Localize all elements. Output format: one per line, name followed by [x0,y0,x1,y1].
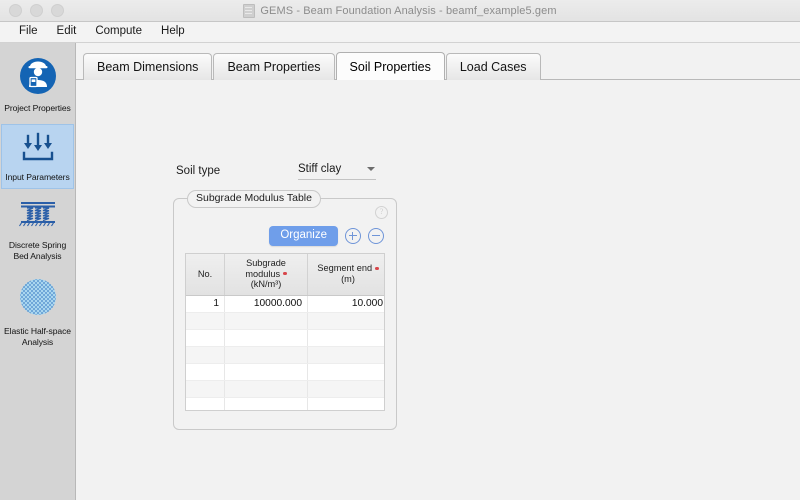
minimize-button[interactable] [30,4,43,17]
cell-no[interactable] [186,312,225,330]
cell-no[interactable] [186,329,225,347]
tab-beam-properties[interactable]: Beam Properties [213,53,335,80]
sidebar-item-input-parameters[interactable]: Input Parameters [1,123,74,189]
cell-modulus[interactable]: 10000.000 [224,295,308,313]
cell-segment-end[interactable] [307,380,384,398]
sidebar-item-label: Input Parameters [5,171,70,182]
sidebar-item-elastic-half-space-analysis[interactable]: Elastic Half-space Analysis [1,271,74,353]
table-row[interactable] [186,329,384,347]
menu-compute[interactable]: Compute [86,24,151,40]
subgrade-modulus-table[interactable]: No. Subgrade modulus (kN/m³) Segment end… [185,253,385,411]
table-body: 1 10000.000 10.000 [186,295,384,410]
soil-properties-panel: Soil type Stiff clay Subgrade Modulus Ta… [76,80,800,500]
sidebar-item-label: Project Properties [4,103,71,113]
cell-modulus[interactable] [224,363,308,381]
cell-no[interactable] [186,380,225,398]
table-row[interactable] [186,380,384,398]
table-row[interactable] [186,312,384,330]
sidebar-item-label: Elastic Half-space Analysis [4,326,71,347]
subgrade-modulus-group: Subgrade Modulus Table ? Organize No. Su… [173,190,397,430]
help-circle-icon[interactable]: ? [375,206,388,219]
cell-segment-end[interactable]: 10.000 [307,295,384,313]
table-row[interactable] [186,346,384,364]
chevron-down-icon [367,167,375,171]
spring-bed-icon [16,198,60,237]
cell-no[interactable]: 1 [186,295,225,313]
minus-circle-icon[interactable] [368,228,384,244]
tab-bar: Beam Dimensions Beam Properties Soil Pro… [76,52,800,80]
sidebar-item-label-line2: Bed Analysis [13,250,62,261]
required-marker-icon [375,266,379,271]
close-button[interactable] [9,4,22,17]
menu-bar: File Edit Compute Help [0,22,800,43]
title-bar: GEMS - Beam Foundation Analysis - beamf_… [0,0,800,22]
table-row[interactable] [186,397,384,410]
table-row[interactable]: 1 10000.000 10.000 [186,295,384,313]
title-wrap: GEMS - Beam Foundation Analysis - beamf_… [0,0,800,21]
half-space-icon [17,276,59,323]
window-title: GEMS - Beam Foundation Analysis - beamf_… [260,4,557,17]
engineer-icon [19,57,57,100]
header-line1: Segment end [317,263,373,274]
document-icon [243,3,256,18]
sidebar: Project Properties Input Parameters Disc… [0,43,76,500]
soil-type-value: Stiff clay [298,163,342,175]
cell-no[interactable] [186,346,225,364]
sidebar-item-label-line1: Discrete Spring [8,240,67,250]
group-legend: Subgrade Modulus Table [187,190,321,208]
organize-button[interactable]: Organize [269,225,338,247]
sidebar-item-label: Discrete Spring Bed Analysis [9,240,66,261]
header-line1: Subgrade [246,258,286,268]
sidebar-item-project-properties[interactable]: Project Properties [1,52,74,120]
cell-modulus[interactable] [224,397,308,410]
menu-help[interactable]: Help [152,24,194,40]
cell-segment-end[interactable] [307,363,384,381]
table-toolbar: Organize [174,225,396,247]
sidebar-item-label-line2: Analysis [21,336,54,347]
window-body: Project Properties Input Parameters Disc… [0,43,800,500]
table-row[interactable] [186,363,384,381]
column-header-segment-end[interactable]: Segment end (m) [307,254,384,296]
plus-circle-icon[interactable] [345,228,361,244]
cell-segment-end[interactable] [307,329,384,347]
header-line2: (m) [341,273,355,284]
app-window: GEMS - Beam Foundation Analysis - beamf_… [0,0,800,500]
input-arrows-icon [19,130,57,169]
cell-segment-end[interactable] [307,346,384,364]
sidebar-item-label-line1: Elastic Half-space [4,326,71,336]
soil-type-select[interactable]: Stiff clay [298,161,376,180]
zoom-button[interactable] [51,4,64,17]
cell-modulus[interactable] [224,380,308,398]
traffic-lights [0,4,64,17]
tab-beam-dimensions[interactable]: Beam Dimensions [83,53,213,80]
tab-load-cases[interactable]: Load Cases [445,53,541,80]
cell-no[interactable] [186,363,225,381]
cell-segment-end[interactable] [307,312,384,330]
sidebar-item-discrete-spring-bed-analysis[interactable]: Discrete Spring Bed Analysis [1,193,74,267]
cell-no[interactable] [186,397,225,410]
cell-modulus[interactable] [224,329,308,347]
tab-soil-properties[interactable]: Soil Properties [335,52,445,80]
required-marker-icon [283,271,287,276]
soil-type-row: Soil type Stiff clay [176,161,376,180]
table-header-row: No. Subgrade modulus (kN/m³) Segment end… [186,254,384,296]
column-header-subgrade-modulus[interactable]: Subgrade modulus (kN/m³) [224,254,308,296]
header-line3: (kN/m³) [250,279,282,289]
main-pane: Beam Dimensions Beam Properties Soil Pro… [76,43,800,500]
header-line2: modulus [245,268,281,279]
cell-segment-end[interactable] [307,397,384,410]
menu-edit[interactable]: Edit [48,24,86,40]
column-header-no[interactable]: No. [186,254,225,296]
soil-type-label: Soil type [176,164,221,177]
cell-modulus[interactable] [224,312,308,330]
menu-file[interactable]: File [10,24,47,40]
cell-modulus[interactable] [224,346,308,364]
